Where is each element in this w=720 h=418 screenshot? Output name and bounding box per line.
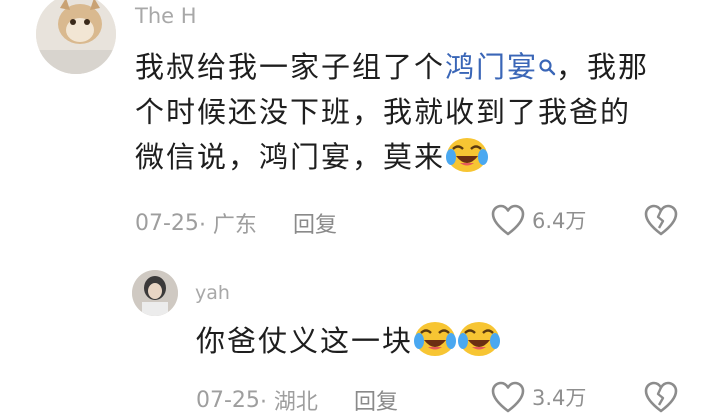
user-avatar-image: [132, 270, 178, 316]
comment-line: 微信说，鸿门宴，莫来: [135, 135, 705, 180]
username[interactable]: yah: [195, 282, 230, 304]
comment-text-part: ，我那: [556, 50, 650, 84]
heart-outline-icon: [491, 204, 525, 236]
crying-laughing-emoji-icon: [458, 322, 501, 356]
keyword-link[interactable]: 鸿门宴: [445, 50, 556, 84]
username[interactable]: The H: [135, 4, 197, 28]
avatar[interactable]: [36, 0, 116, 74]
broken-heart-icon: [644, 204, 678, 236]
like-button[interactable]: 6.4万: [490, 203, 586, 237]
like-button[interactable]: 3.4万: [490, 380, 586, 414]
broken-heart-icon: [644, 381, 678, 413]
comment-text-part: 你爸仗义这一块: [196, 324, 414, 358]
dislike-button[interactable]: [643, 203, 679, 241]
comment-line: 我叔给我一家子组了个鸿门宴 ，我那: [135, 45, 705, 90]
comment-text: 我叔给我一家子组了个鸿门宴 ，我那 个时候还没下班，我就收到了我爸的 微信说，鸿门…: [135, 45, 705, 180]
comment-date: 07-25: [135, 210, 199, 236]
like-count: 3.4万: [532, 386, 587, 410]
comment-text-part: 我叔给我一家子组了个: [135, 50, 446, 84]
reply-button[interactable]: 回复: [293, 207, 337, 239]
avatar[interactable]: [132, 270, 178, 316]
crying-laughing-emoji-icon: [414, 322, 457, 356]
comment-date: 07-25: [196, 387, 260, 413]
comment-meta: 07-25 · 湖北 回复: [196, 384, 398, 416]
like-count: 6.4万: [532, 209, 587, 233]
comment-line: 个时候还没下班，我就收到了我爸的: [135, 95, 632, 129]
search-icon: [539, 59, 556, 76]
keyword-link-text: 鸿门宴: [445, 50, 539, 84]
comment-text: 你爸仗义这一块: [196, 319, 501, 364]
dislike-button[interactable]: [643, 380, 679, 418]
comment-location: · 广东: [198, 213, 257, 238]
cat-avatar-image: [36, 0, 116, 74]
comment-text-part: 微信说，鸿门宴，莫来: [135, 140, 446, 174]
comment-location: · 湖北: [259, 390, 318, 415]
reply-button[interactable]: 回复: [354, 384, 398, 416]
comment-meta: 07-25 · 广东 回复: [135, 207, 337, 239]
crying-laughing-emoji-icon: [446, 138, 489, 172]
heart-outline-icon: [491, 381, 525, 413]
